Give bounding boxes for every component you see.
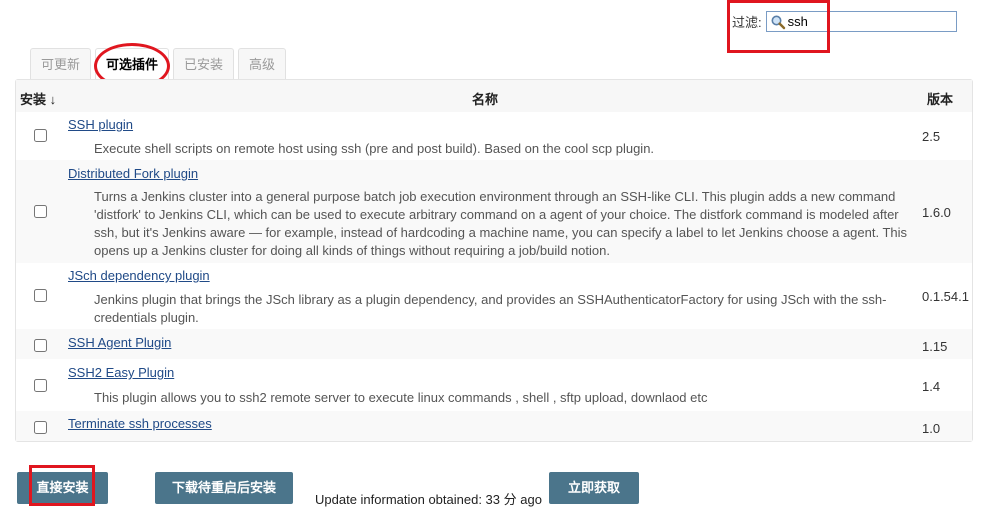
check-now-button[interactable]: 立即获取 [549,472,639,504]
plugin-excerpt: This plugin allows you to ssh2 remote se… [94,390,708,405]
table-row: Terminate ssh processes 1.0 [16,411,972,441]
plugin-link[interactable]: Distributed Fork plugin [68,166,198,181]
tab-available[interactable]: 可选插件 [95,48,170,81]
table-row: SSH plugin Execute shell scripts on remo… [16,112,972,160]
tab-updates[interactable]: 可更新 [30,48,92,79]
column-version[interactable]: 版本 [927,89,953,108]
tab-installed[interactable]: 已安装 [173,48,235,79]
table-header: 安装 ↓ 名称 版本 [16,80,972,112]
plugin-version: 1.0 [922,421,941,436]
column-install[interactable]: 安装 ↓ [20,89,56,108]
install-now-button[interactable]: 直接安装 [17,472,108,504]
plugin-link[interactable]: SSH Agent Plugin [68,335,171,350]
install-checkbox[interactable] [34,289,47,302]
plugin-version: 1.6.0 [922,205,951,220]
plugin-version: 2.5 [922,129,941,144]
plugin-excerpt: Execute shell scripts on remote host usi… [94,141,655,156]
plugin-excerpt: Turns a Jenkins cluster into a general p… [94,189,908,258]
plugin-version: 1.15 [922,339,948,354]
search-icon [771,15,785,29]
plugin-link[interactable]: SSH2 Easy Plugin [68,365,174,380]
install-checkbox[interactable] [34,129,47,142]
table-row: SSH2 Easy Plugin This plugin allows you … [16,359,972,411]
install-checkbox[interactable] [34,339,47,352]
filter-area: 过滤: [732,11,957,32]
plugin-link[interactable]: SSH plugin [68,117,133,132]
download-restart-button[interactable]: 下载待重启后安装 [155,472,293,504]
table-row: SSH Agent Plugin 1.15 [16,329,972,359]
table-row: Distributed Fork plugin Turns a Jenkins … [16,160,972,263]
plugin-excerpt: Jenkins plugin that brings the JSch libr… [94,292,887,325]
update-info-text: Update information obtained: 33 分 ago [315,492,542,507]
install-checkbox[interactable] [34,205,47,218]
tab-advanced[interactable]: 高级 [238,48,287,79]
filter-input-wrap[interactable] [765,11,957,32]
filter-label: 过滤: [732,15,762,30]
plugin-table: 安装 ↓ 名称 版本 SSH plugin Execute shell scri… [15,79,973,442]
plugin-tabs: 可更新 可选插件 已安装 高级 [30,48,290,81]
plugin-link[interactable]: JSch dependency plugin [68,268,210,283]
plugin-link[interactable]: Terminate ssh processes [68,416,212,431]
filter-input[interactable] [785,12,948,31]
column-name[interactable]: 名称 [472,89,498,108]
table-row: JSch dependency plugin Jenkins plugin th… [16,263,972,329]
install-checkbox[interactable] [34,421,47,434]
plugin-version: 1.4 [922,379,941,394]
plugin-version: 0.1.54.1 [922,289,969,304]
install-checkbox[interactable] [34,379,47,392]
